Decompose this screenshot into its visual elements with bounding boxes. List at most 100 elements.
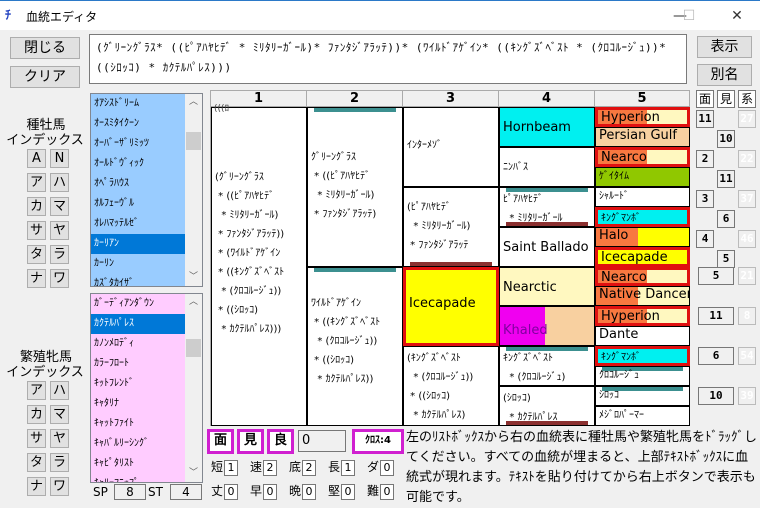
gen4-cell[interactable]: Nearctic — [499, 266, 595, 307]
scroll-down-icon[interactable]: ﹀ — [185, 465, 202, 482]
stat-value[interactable]: 0 — [302, 484, 317, 500]
maximize-button[interactable]: ☐ — [674, 5, 704, 27]
mare-index-key-2[interactable]: カ — [27, 405, 46, 424]
mare-index-key-1[interactable]: ハ — [50, 381, 69, 400]
gen5-cell[interactable]: Persian Gulf — [595, 126, 690, 147]
stat-value[interactable]: 1 — [224, 460, 239, 476]
lower-men-count: 5 — [698, 267, 734, 285]
gen5-cell[interactable]: Nearco — [595, 146, 690, 167]
scroll-thumb[interactable] — [186, 132, 201, 150]
mare-index-key-3[interactable]: マ — [50, 405, 69, 424]
gen5-cell[interactable]: ｹﾞｲﾀｲﾑ — [595, 166, 690, 187]
column-header-5: 5 — [595, 91, 690, 107]
stat-value[interactable]: 0 — [224, 484, 239, 500]
sire-index-key-6[interactable]: サ — [27, 221, 46, 240]
side-header-2[interactable]: 系 — [738, 90, 756, 108]
alias-button[interactable]: 別名 — [697, 64, 752, 86]
gen3-cell[interactable]: (ﾋﾟｱﾊﾔﾋﾃﾞ * ﾐﾘﾀﾘｰｶﾞｰﾙ) * ﾌｧﾝﾀｼﾞｱﾗｯﾃ — [403, 186, 499, 267]
gen4-cell[interactable]: Saint Ballado — [499, 226, 595, 267]
gen5-cell[interactable]: Hyperion — [595, 306, 690, 327]
sp-value[interactable]: 8 — [114, 484, 146, 500]
sire-index-key-8[interactable]: タ — [27, 245, 46, 264]
gen5-cell[interactable]: ﾒｼﾞﾛﾊﾟｰﾏｰ — [595, 406, 690, 426]
gen5-cell[interactable]: Dante — [595, 326, 690, 347]
sire-index-key-11[interactable]: ワ — [50, 269, 69, 288]
mare-scrollbar[interactable]: ︿ ﹀ — [185, 294, 202, 482]
men-button[interactable]: 面 — [207, 429, 234, 454]
mare-listbox[interactable]: ｶﾞｰﾃﾞｨｱﾝﾀﾞｳﾝ ｶｸﾃﾙﾊﾟﾚｽ ｶﾉﾝﾒﾛﾃﾞｨ ｶﾗｰﾌﾛｰﾄ ｷｯﾄﾌﾚ… — [90, 293, 203, 483]
sire-index-key-10[interactable]: ナ — [27, 269, 46, 288]
gen4-cell[interactable]: ﾆﾝﾊﾞｽ — [499, 146, 595, 187]
mare-index-key-5[interactable]: ヤ — [50, 429, 69, 448]
mare-index-key-7[interactable]: ラ — [50, 453, 69, 472]
gen5-cell[interactable]: Icecapade — [595, 246, 690, 267]
stat-value[interactable]: 0 — [263, 484, 278, 500]
mare-index-key-4[interactable]: サ — [27, 429, 46, 448]
clear-button[interactable]: クリア — [10, 66, 80, 88]
scroll-thumb[interactable] — [186, 339, 201, 357]
cross-button[interactable]: ｸﾛｽ:4 — [352, 429, 404, 454]
mare-index-label2: インデックス — [6, 365, 84, 380]
stat-4: 難0 — [367, 483, 395, 500]
stat-label: 早 — [250, 484, 263, 498]
gen2-cell[interactable]: ﾜｲﾙﾄﾞｱｹﾞｲﾝ * ((ｷﾝｸﾞｽﾞﾍﾞｽﾄ * (ｸﾛｺﾙｰｼﾞｭ)) … — [307, 266, 403, 426]
sire-index-key-4[interactable]: カ — [27, 197, 46, 216]
cell-text: ｹﾞｲﾀｲﾑ — [599, 170, 629, 182]
mare-index-key-9[interactable]: ワ — [50, 477, 69, 496]
sire-scrollbar[interactable]: ︿ ﹀ — [185, 94, 202, 286]
stat-value[interactable]: 2 — [263, 460, 278, 476]
gen3-cell[interactable]: ｲﾝﾀｰﾒｿﾞ — [403, 107, 499, 187]
gen5-cell[interactable]: Hyperion — [595, 107, 690, 127]
cell-text: Nearctic — [503, 279, 557, 295]
gen5-cell[interactable]: ｸﾛｺﾙｰｼﾞｭ — [595, 366, 690, 387]
scroll-up-icon[interactable]: ︿ — [185, 294, 202, 311]
stat-value[interactable]: 1 — [341, 460, 356, 476]
gen5-cell[interactable]: ｷﾝｸﾞﾏﾝﾎﾞ — [595, 206, 690, 227]
show-button[interactable]: 表示 — [697, 36, 752, 58]
side-header-0[interactable]: 面 — [696, 90, 714, 108]
gen5-cell[interactable]: ｼｬﾙｰﾄﾞ — [595, 186, 690, 207]
close-window-button[interactable]: ✕ — [722, 5, 752, 27]
mare-index-key-6[interactable]: タ — [27, 453, 46, 472]
close-button[interactable]: 閉じる — [10, 37, 80, 59]
gen4-cell[interactable]: Khaled — [499, 306, 595, 347]
sire-index-key-3[interactable]: ハ — [50, 173, 69, 192]
stat-1: 速2 — [250, 459, 278, 476]
ryo-button[interactable]: 良 — [267, 429, 294, 454]
gen4-cell[interactable]: (ｼﾛｯｺ) * ｶｸﾃﾙﾊﾟﾚｽ — [499, 386, 595, 426]
stat-label: 長 — [328, 460, 341, 474]
mare-index-key-8[interactable]: ナ — [27, 477, 46, 496]
sire-index-key-2[interactable]: ア — [27, 173, 46, 192]
stat-value[interactable]: 0 — [380, 484, 395, 500]
gen3-cell[interactable]: (ｷﾝｸﾞｽﾞﾍﾞｽﾄ * (ｸﾛｺﾙｰｼﾞｭ)) * ((ｼﾛｯｺ) * ｶｸ… — [403, 346, 499, 426]
gen5-cell[interactable]: ｷﾝｸﾞﾏﾝﾎﾞ — [595, 346, 690, 367]
gen1-cell[interactable]: (ｸﾞﾘｰﾝｸﾞﾗｽ * ((ﾋﾟｱﾊﾔﾋﾃﾞ * ﾐﾘﾀﾘｰｶﾞｰﾙ) * ﾌ… — [211, 107, 307, 426]
side-header-1[interactable]: 見 — [717, 90, 735, 108]
mare-index-key-0[interactable]: ア — [27, 381, 46, 400]
gen4-cell[interactable]: ﾋﾟｱﾊﾔﾋﾃﾞ * ﾐﾘﾀﾘｰｶﾞｰﾙ — [499, 186, 595, 227]
gen5-cell[interactable]: Nearco — [595, 266, 690, 287]
gen2-cell[interactable]: ｸﾞﾘｰﾝｸﾞﾗｽ * ((ﾋﾟｱﾊﾔﾋﾃﾞ * ﾐﾘﾀﾘｰｶﾞｰﾙ) * ﾌｧ… — [307, 107, 403, 267]
stat-value[interactable]: 0 — [341, 484, 356, 500]
gen5-cell[interactable]: Native Dancer — [595, 286, 690, 307]
sire-index-key-7[interactable]: ヤ — [50, 221, 69, 240]
stat-value[interactable]: 0 — [380, 460, 395, 476]
scroll-down-icon[interactable]: ﹀ — [185, 269, 202, 286]
app-icon: ﾁ — [5, 8, 12, 22]
scroll-up-icon[interactable]: ︿ — [185, 94, 202, 111]
ken-button[interactable]: 見 — [237, 429, 264, 454]
sire-index-key-5[interactable]: マ — [50, 197, 69, 216]
gen5-cell[interactable]: Halo — [595, 226, 690, 247]
pedigree-formula-textbox[interactable]: (ｸﾞﾘｰﾝｸﾞﾗｽ* ((ﾋﾟｱﾊﾔﾋﾃﾞ * ﾐﾘﾀﾘｰｶﾞｰﾙ)* ﾌｧﾝ… — [89, 34, 687, 84]
gen4-cell[interactable]: ｷﾝｸﾞｽﾞﾍﾞｽﾄ * (ｸﾛｺﾙｰｼﾞｭ) — [499, 346, 595, 387]
sire-index-key-9[interactable]: ラ — [50, 245, 69, 264]
sire-index-key-0[interactable]: A — [27, 149, 46, 168]
stat-value[interactable]: 2 — [302, 460, 317, 476]
gen5-cell[interactable]: ｼﾛｯｺ — [595, 386, 690, 407]
score-field[interactable]: 0 — [298, 430, 346, 452]
sire-listbox[interactable]: ｵｱｼｽﾄﾞﾘｰﾑ ｵｰｽﾐﾀｲｸｰﾝ ｵｰﾊﾞｰｻﾞﾘﾐｯﾂ ｵｰﾙﾄﾞｳﾞｨｯｸｵ… — [90, 93, 203, 287]
gen3-cell[interactable]: Icecapade — [403, 266, 499, 347]
st-value[interactable]: 4 — [170, 484, 202, 500]
sire-index-key-1[interactable]: N — [50, 149, 69, 168]
gen4-cell[interactable]: Hornbeam — [499, 107, 595, 147]
